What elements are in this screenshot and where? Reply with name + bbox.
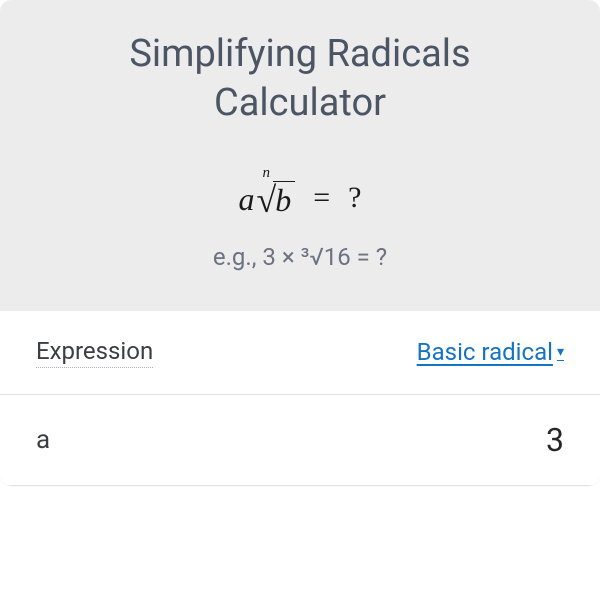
page-title: Simplifying Radicals Calculator bbox=[40, 30, 560, 129]
formula-section: a n √ b = ? e.g., 3 × ³√16 = ? bbox=[0, 157, 600, 311]
expression-label: Expression bbox=[36, 337, 153, 368]
input-label-a: a bbox=[36, 425, 50, 455]
formula-display: a n √ b = ? bbox=[40, 177, 560, 219]
expression-row: Expression Basic radical ▾ bbox=[0, 311, 600, 395]
calculator-card: Simplifying Radicals Calculator a n √ b … bbox=[0, 0, 600, 486]
chevron-down-icon: ▾ bbox=[557, 344, 564, 360]
example-text: e.g., 3 × ³√16 = ? bbox=[40, 243, 560, 271]
header: Simplifying Radicals Calculator bbox=[0, 0, 600, 157]
question-mark: ? bbox=[348, 181, 361, 215]
dropdown-value: Basic radical bbox=[417, 338, 553, 366]
equals-sign: = bbox=[313, 181, 330, 215]
expression-dropdown[interactable]: Basic radical ▾ bbox=[417, 338, 564, 366]
radical-expression: a n √ b bbox=[238, 177, 295, 219]
radicand: b bbox=[273, 181, 295, 219]
input-row-a: a 3 bbox=[0, 395, 600, 486]
input-value-a[interactable]: 3 bbox=[546, 421, 564, 459]
variable-a: a bbox=[238, 181, 254, 218]
